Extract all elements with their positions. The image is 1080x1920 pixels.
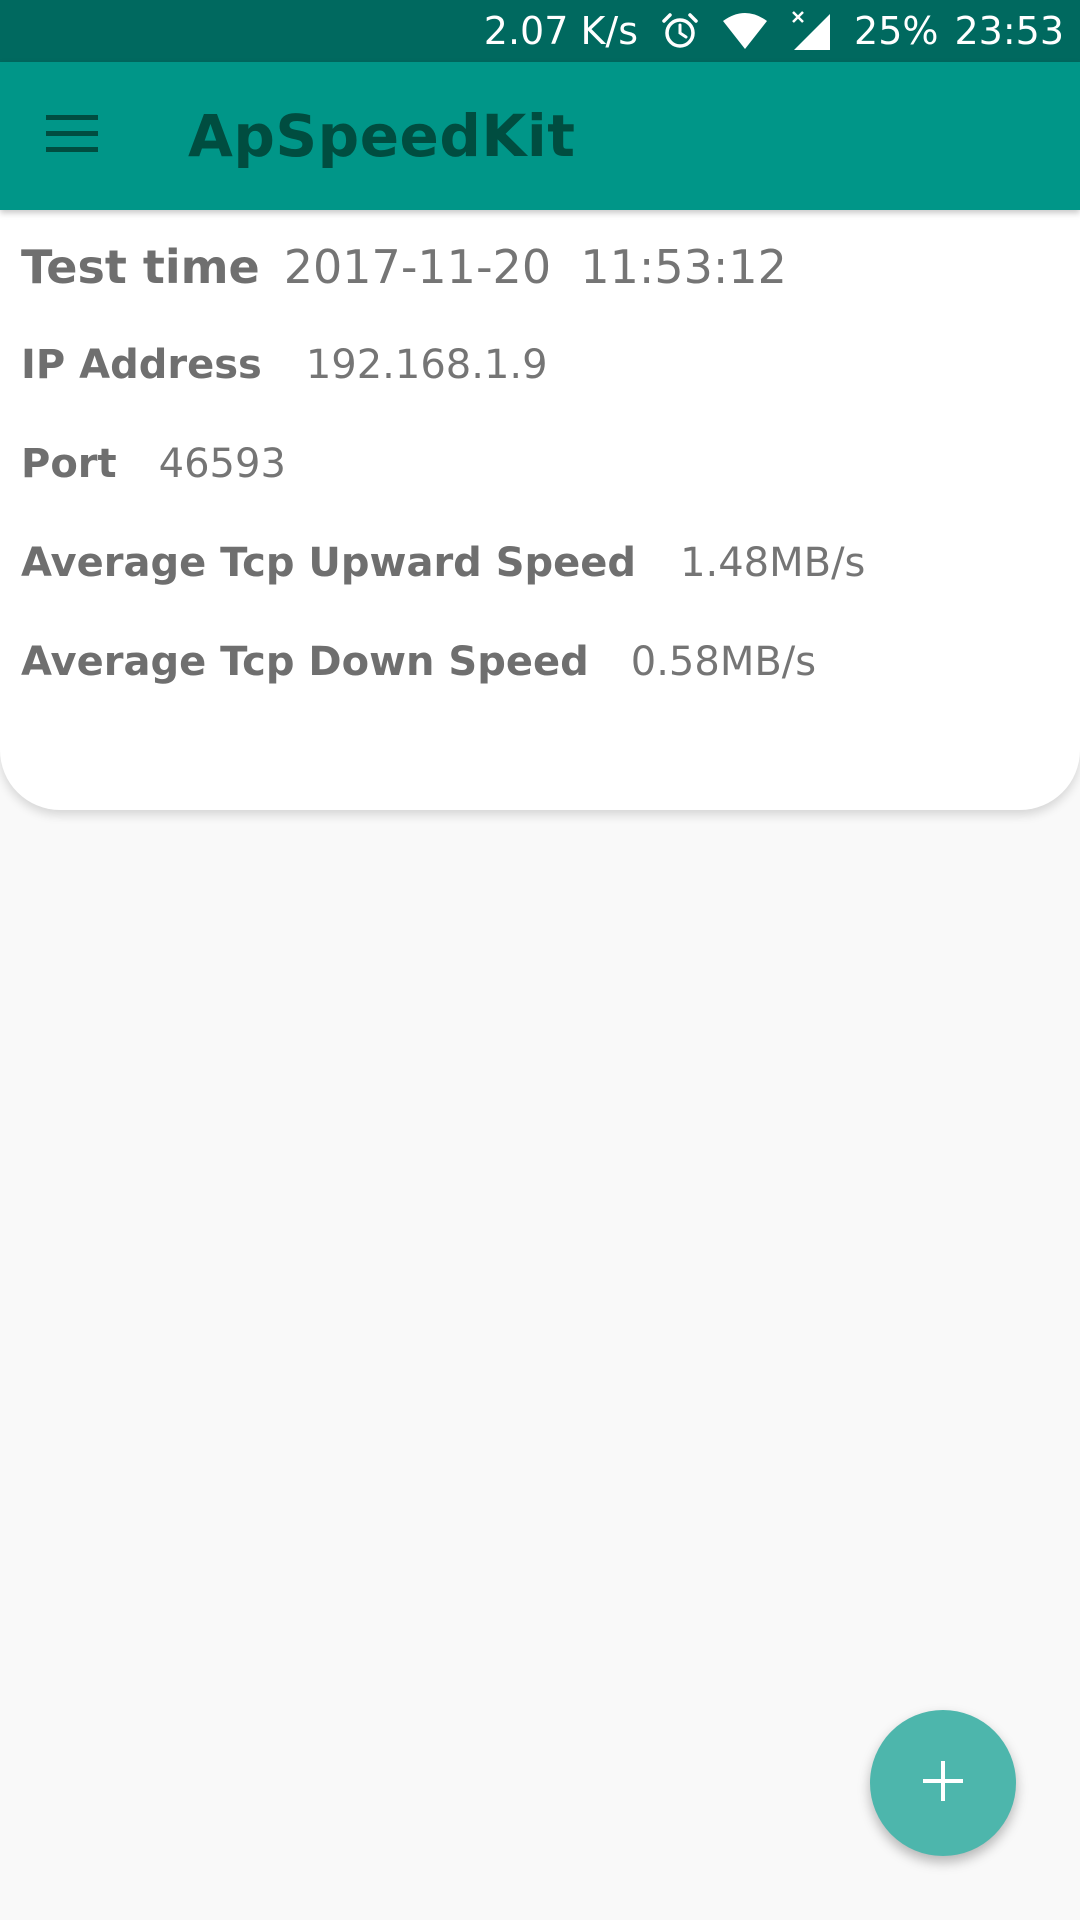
- port-value: 46593: [158, 441, 286, 487]
- upward-speed-row: Average Tcp Upward Speed 1.48MB/s: [21, 540, 865, 586]
- app-title: ApSpeedKit: [188, 102, 576, 170]
- clock: 23:53: [954, 9, 1064, 53]
- plus-icon: [923, 1761, 963, 1805]
- test-time-label: Test time: [21, 240, 260, 294]
- speed-result-card: Test time 2017-11-20 11:53:12 IP Address…: [0, 210, 1080, 810]
- battery-level: 25%: [854, 9, 939, 53]
- ip-address-value: 192.168.1.9: [305, 342, 548, 388]
- test-time-value: 2017-11-20 11:53:12: [283, 240, 787, 294]
- upward-speed-value: 1.48MB/s: [680, 540, 866, 586]
- network-speed: 2.07 K/s: [483, 9, 639, 53]
- down-speed-value: 0.58MB/s: [630, 639, 817, 685]
- down-speed-label: Average Tcp Down Speed: [21, 639, 589, 685]
- upward-speed-label: Average Tcp Upward Speed: [21, 540, 637, 586]
- port-label: Port: [21, 441, 117, 487]
- ip-address-label: IP Address: [21, 342, 262, 388]
- alarm-clock-icon: [660, 11, 700, 51]
- add-test-fab[interactable]: [870, 1710, 1016, 1856]
- wifi-icon: [722, 11, 768, 51]
- cell-signal-icon: [790, 10, 832, 52]
- app-bar: ApSpeedKit: [0, 62, 1080, 210]
- hamburger-menu-icon: [46, 115, 98, 157]
- ip-address-row: IP Address 192.168.1.9: [21, 342, 548, 388]
- menu-button[interactable]: [32, 100, 112, 172]
- status-bar: 2.07 K/s 25% 23:53: [0, 0, 1080, 62]
- down-speed-row: Average Tcp Down Speed 0.58MB/s: [21, 639, 816, 685]
- test-time-row: Test time 2017-11-20 11:53:12: [21, 240, 787, 294]
- port-row: Port 46593: [21, 441, 286, 487]
